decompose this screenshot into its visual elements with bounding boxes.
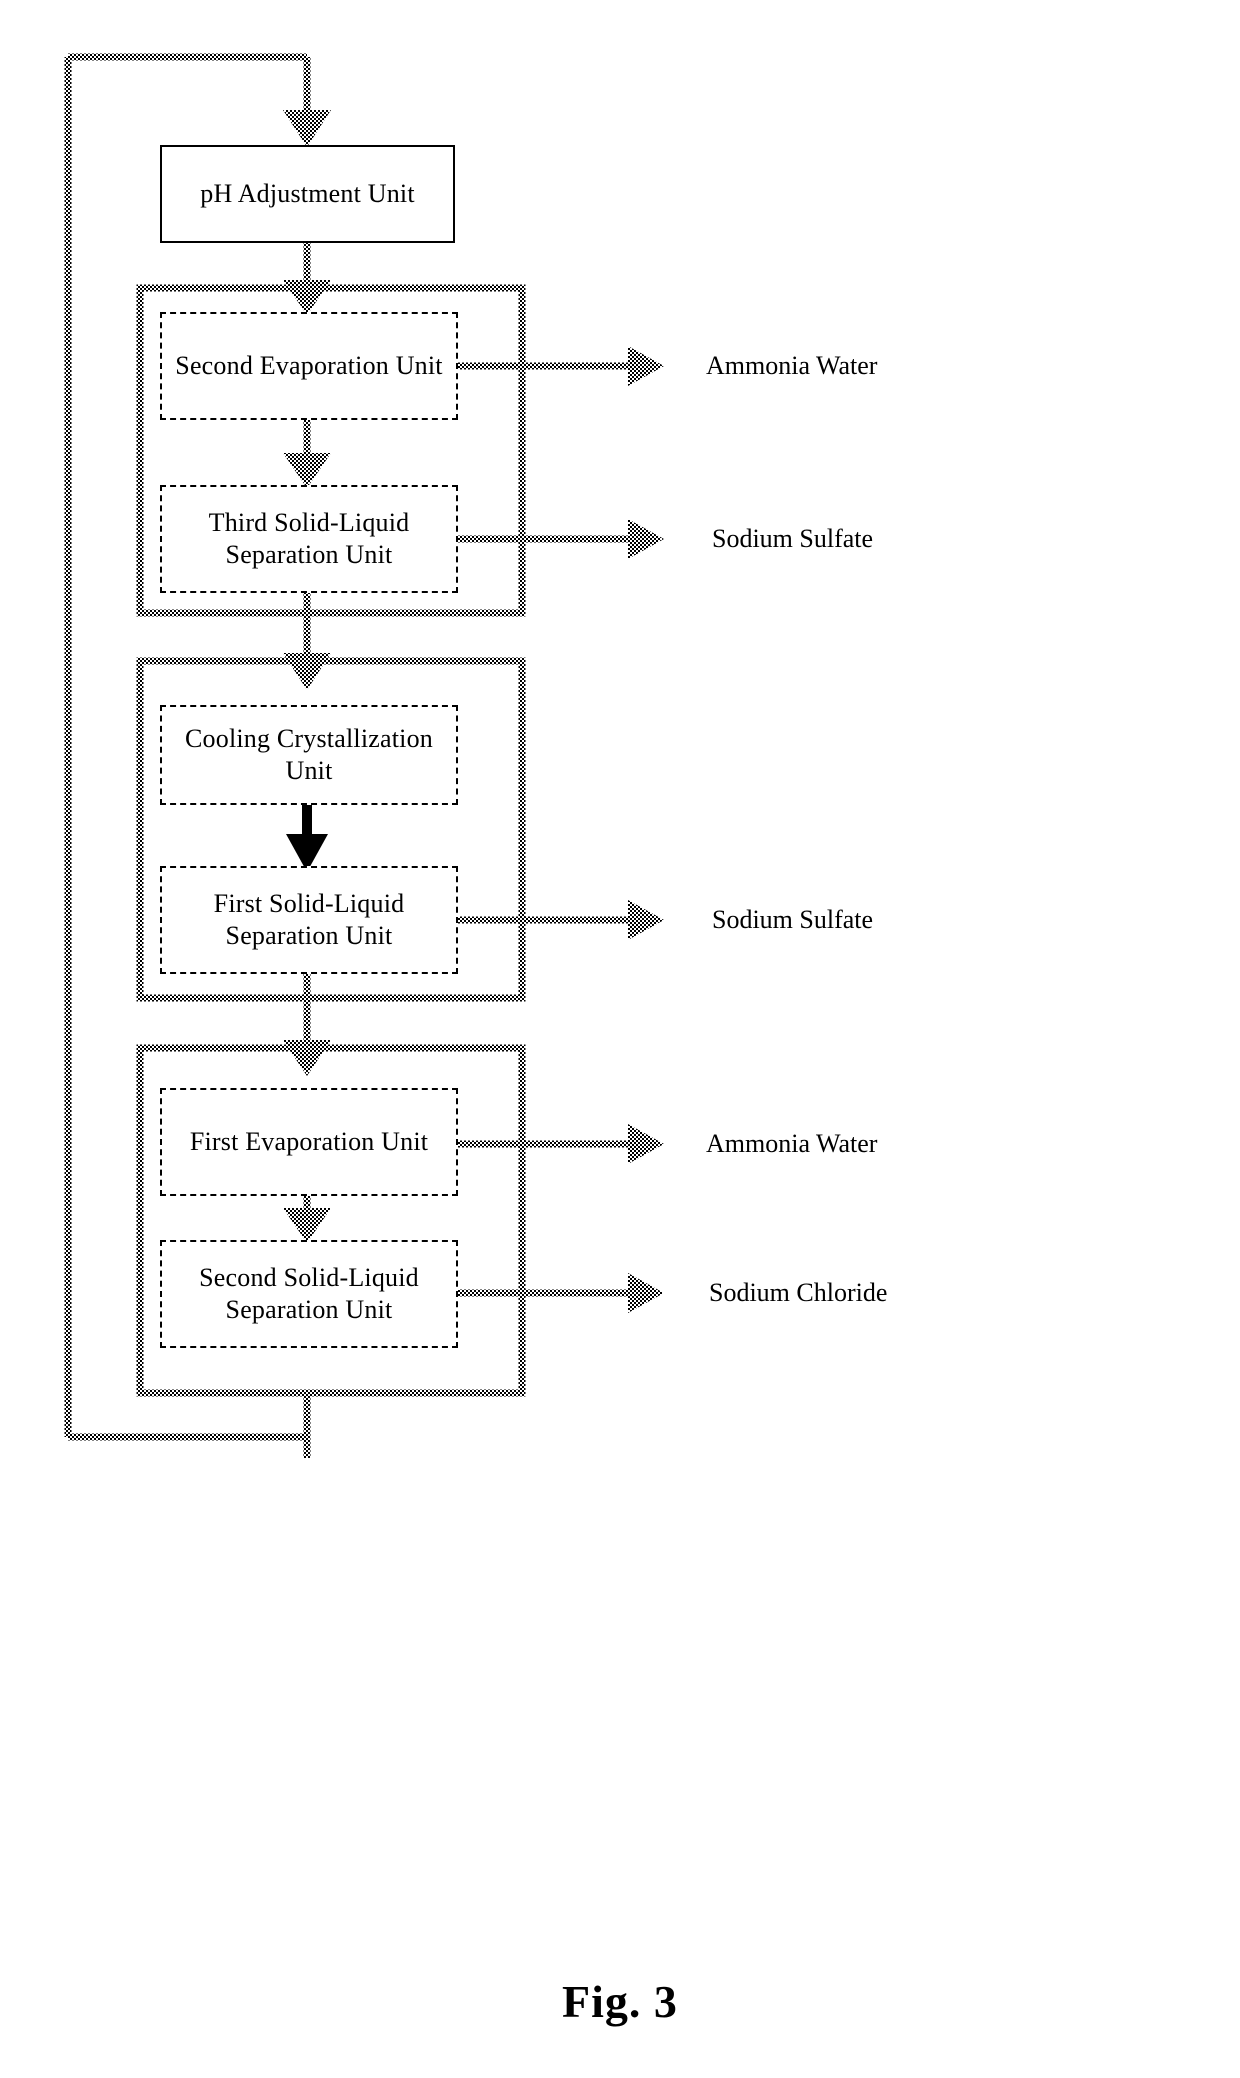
unit-box-third-solid-liquid-separation: Third Solid-Liquid Separation Unit — [160, 485, 458, 593]
arrowhead-into-ph-adjustment — [283, 110, 331, 147]
unit-box-ph-adjustment: pH Adjustment Unit — [160, 145, 455, 243]
arrow-group1-to-group2 — [283, 593, 331, 690]
output-arrow-ammonia-water-1 — [458, 346, 664, 386]
unit-label-second-solid-liquid-separation: Second Solid-Liquid Separation Unit — [199, 1263, 419, 1324]
output-arrow-sodium-chloride — [458, 1273, 664, 1313]
unit-label-cooling-crystallization: Cooling Crystallization Unit — [185, 724, 433, 785]
stream-label-sodium-sulfate-1: Sodium Sulfate — [712, 524, 874, 553]
unit-label-ph-adjustment: pH Adjustment Unit — [200, 179, 415, 209]
figure-caption: Fig. 3 — [562, 1976, 678, 2027]
unit-label-first-evaporation: First Evaporation Unit — [189, 1127, 429, 1157]
arrow-second-evaporation-to-third-separation — [283, 420, 331, 488]
arrow-ph-to-second-evaporation — [283, 243, 331, 315]
arrow-first-evaporation-to-second-separation — [283, 1196, 331, 1243]
output-arrow-sodium-sulfate-2 — [458, 900, 664, 940]
unit-label-second-evaporation: Second Evaporation Unit — [175, 351, 443, 381]
stream-label-sodium-sulfate-2: Sodium Sulfate — [712, 905, 874, 934]
unit-box-first-solid-liquid-separation: First Solid-Liquid Separation Unit — [160, 866, 458, 974]
stream-label-sodium-chloride: Sodium Chloride — [709, 1278, 888, 1307]
unit-box-cooling-crystallization: Cooling Crystallization Unit — [160, 705, 458, 805]
unit-label-first-solid-liquid-separation: First Solid-Liquid Separation Unit — [213, 889, 405, 950]
output-arrow-ammonia-water-2 — [458, 1124, 664, 1164]
unit-box-first-evaporation: First Evaporation Unit — [160, 1088, 458, 1196]
output-arrow-sodium-sulfate-1 — [458, 519, 664, 559]
unit-box-second-evaporation: Second Evaporation Unit — [160, 312, 458, 420]
unit-box-second-solid-liquid-separation: Second Solid-Liquid Separation Unit — [160, 1240, 458, 1348]
arrow-cooling-to-first-separation — [286, 805, 328, 872]
stream-label-ammonia-water-1: Ammonia Water — [706, 351, 878, 380]
patent-figure: pH Adjustment Unit Second Evaporation Un… — [0, 0, 1240, 2078]
arrow-group2-to-group3 — [283, 974, 331, 1076]
unit-label-third-solid-liquid-separation: Third Solid-Liquid Separation Unit — [208, 508, 410, 569]
stream-label-ammonia-water-2: Ammonia Water — [706, 1129, 878, 1158]
